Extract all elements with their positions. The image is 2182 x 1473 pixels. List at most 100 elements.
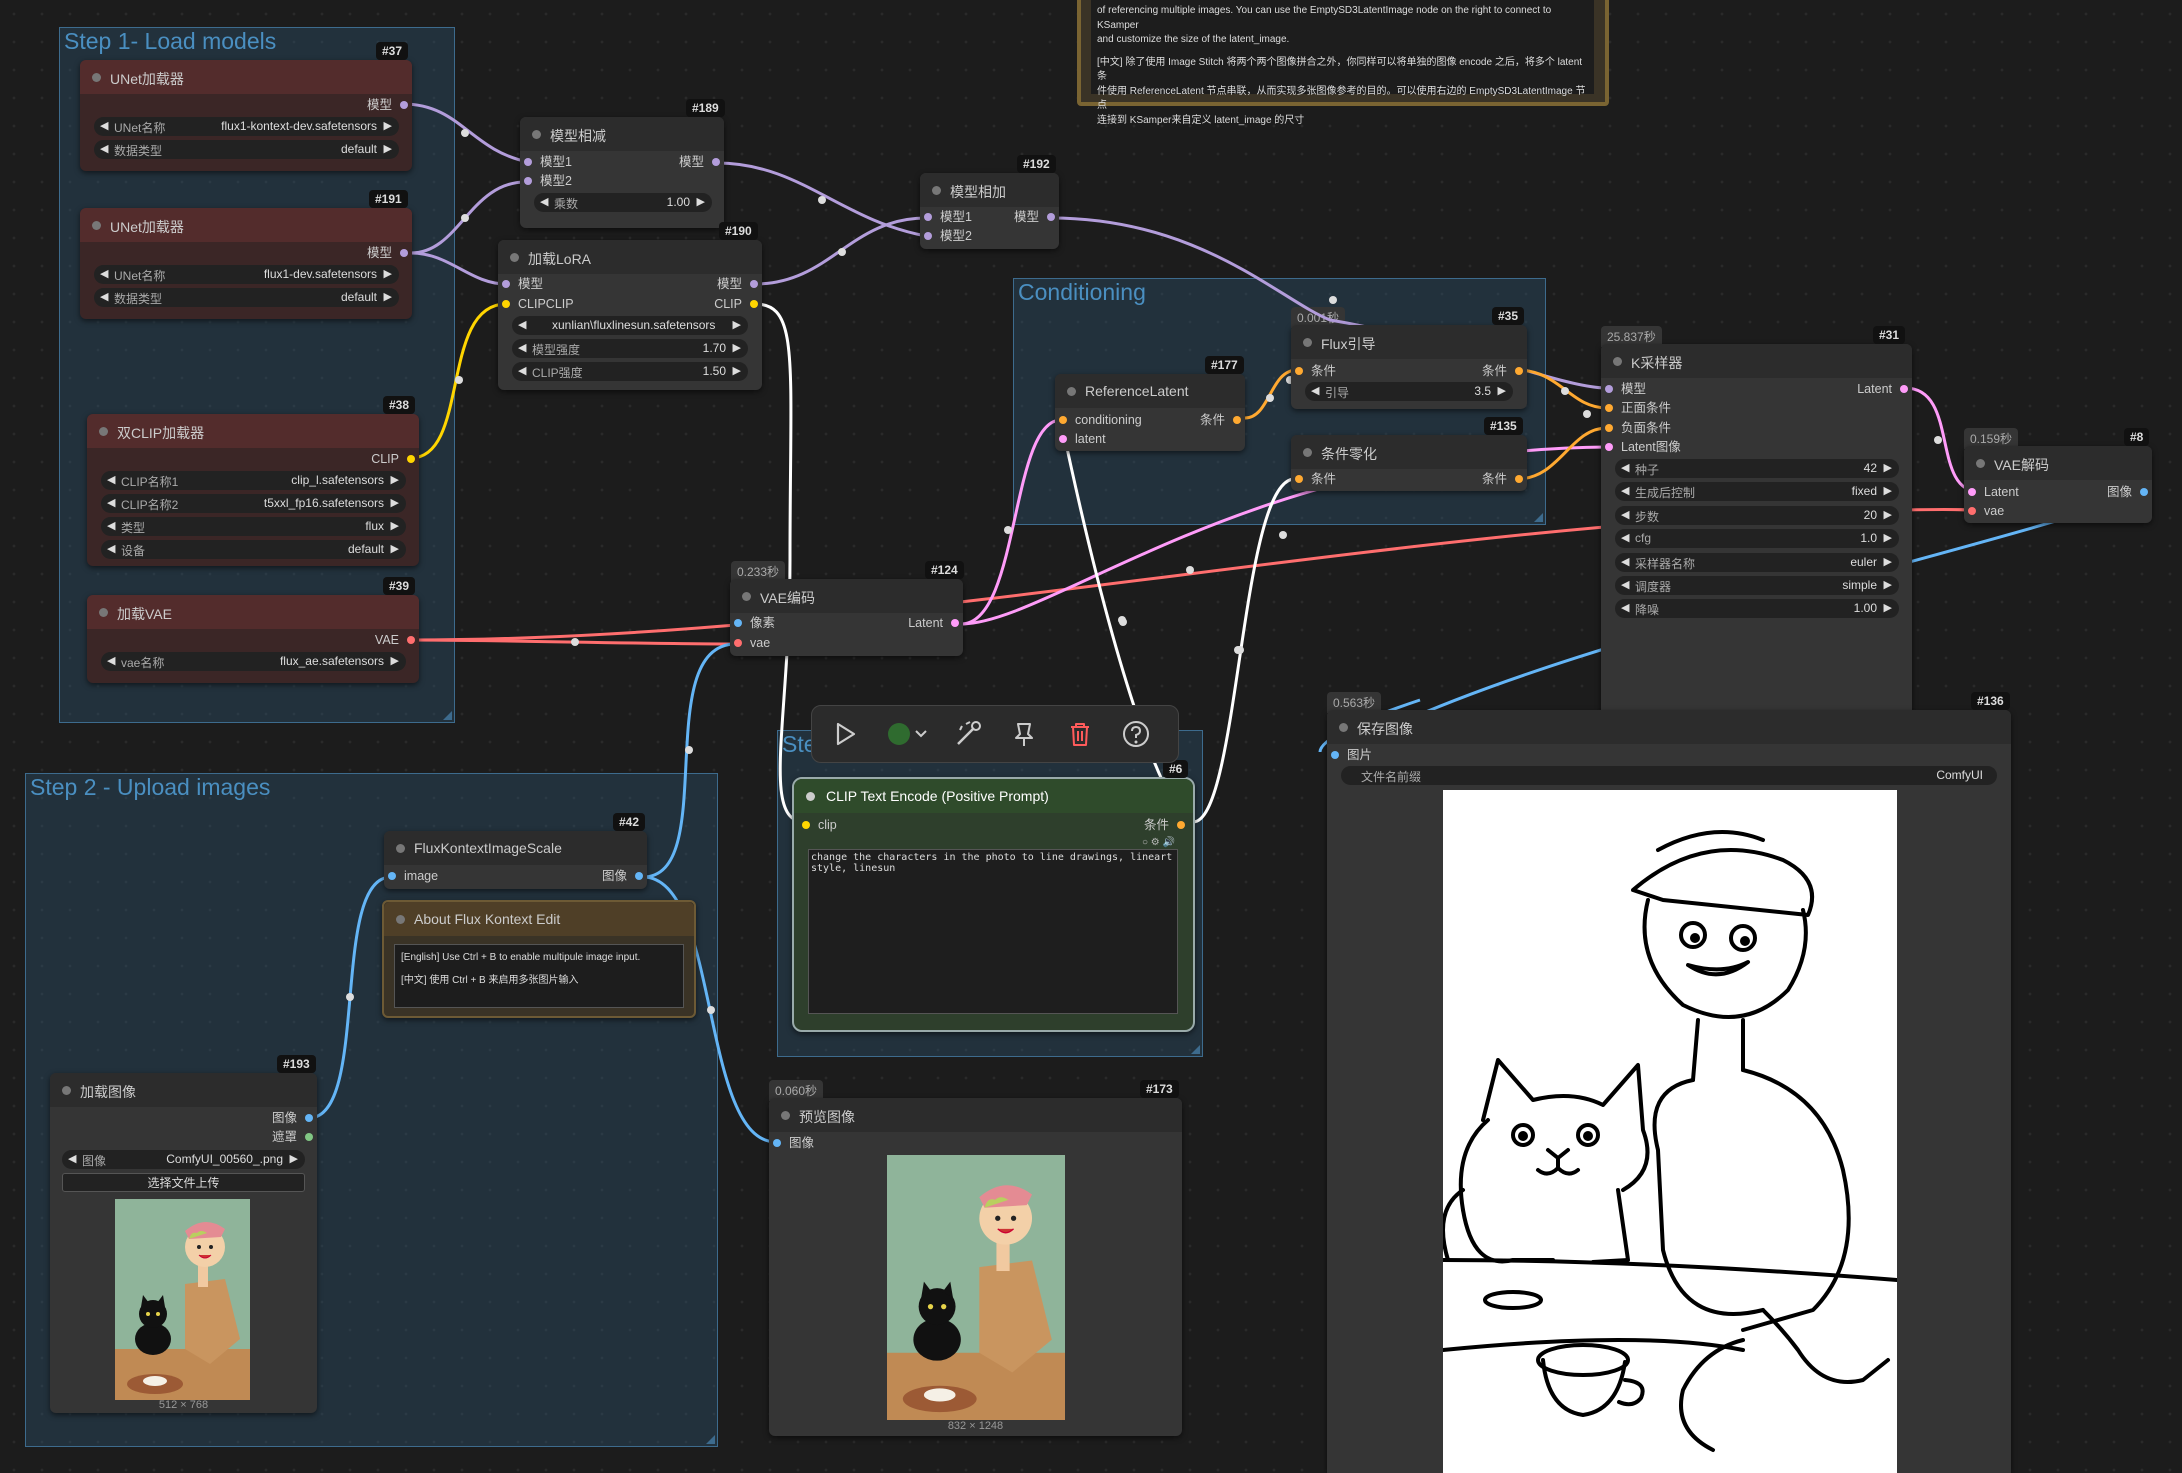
port-dot-icon[interactable]	[1059, 416, 1067, 424]
input-model2[interactable]: 模型2	[924, 228, 972, 244]
port-dot-icon[interactable]	[1605, 385, 1613, 393]
sampler-name-widget[interactable]: ◀ 采样器名称 euler ▶	[1615, 553, 1899, 572]
input-conditioning[interactable]: 条件	[1295, 363, 1336, 379]
port-dot-icon[interactable]	[1047, 213, 1055, 221]
arrow-right-icon[interactable]: ▶	[1884, 578, 1892, 591]
port-dot-icon[interactable]	[305, 1133, 313, 1141]
output-model[interactable]: 模型	[1014, 209, 1055, 225]
note-text[interactable]: [English] Use Ctrl + B to enable multipu…	[394, 944, 684, 1008]
collapse-dot-icon[interactable]	[92, 221, 101, 230]
collapse-dot-icon[interactable]	[99, 427, 108, 436]
control-after-generate-widget[interactable]: ◀ 生成后控制 fixed ▶	[1615, 482, 1899, 501]
port-dot-icon[interactable]	[1605, 424, 1613, 432]
ksampler-node[interactable]: K采样器 模型 正面条件 负面条件 Latent图像 Latent ◀ 种子 42 ▶…	[1601, 344, 1912, 724]
port-dot-icon[interactable]	[734, 619, 742, 627]
node-header[interactable]: About Flux Kontext Edit	[384, 902, 694, 936]
output-image[interactable]: 图像	[272, 1110, 313, 1126]
output-image[interactable]: 图像	[2107, 484, 2148, 500]
collapse-dot-icon[interactable]	[510, 253, 519, 262]
port-dot-icon[interactable]	[2140, 488, 2148, 496]
arrow-left-icon[interactable]: ◀	[540, 195, 548, 208]
collapse-dot-icon[interactable]	[806, 792, 815, 801]
port-dot-icon[interactable]	[951, 619, 959, 627]
node-header[interactable]: VAE解码	[1964, 446, 2152, 480]
output-model[interactable]: 模型	[717, 276, 758, 292]
flux-kontext-image-scale-node[interactable]: FluxKontextImageScale image 图像	[384, 831, 647, 889]
output-clip[interactable]: CLIP	[714, 296, 758, 312]
reference-latent-node[interactable]: ReferenceLatent conditioning latent 条件	[1055, 374, 1245, 451]
dtype-widget[interactable]: ◀ 数据类型 default ▶	[94, 140, 399, 159]
port-dot-icon[interactable]	[524, 158, 532, 166]
multiplier-widget[interactable]: ◀ 乘数 1.00 ▶	[534, 193, 712, 212]
port-dot-icon[interactable]	[712, 158, 720, 166]
arrow-left-icon[interactable]: ◀	[100, 119, 108, 132]
input-image[interactable]: 图像	[773, 1135, 814, 1151]
port-dot-icon[interactable]	[1968, 507, 1976, 515]
input-conditioning[interactable]: 条件	[1295, 471, 1336, 487]
unet-name-widget[interactable]: ◀ UNet名称 flux1-dev.safetensors ▶	[94, 265, 399, 284]
arrow-right-icon[interactable]: ▶	[384, 267, 392, 280]
denoise-widget[interactable]: ◀ 降噪 1.00 ▶	[1615, 599, 1899, 618]
collapse-dot-icon[interactable]	[1303, 448, 1312, 457]
resize-grip-icon[interactable]	[706, 1435, 715, 1444]
seed-widget[interactable]: ◀ 种子 42 ▶	[1615, 459, 1899, 478]
node-header[interactable]: 条件零化	[1291, 435, 1527, 469]
node-header[interactable]: Flux引导	[1291, 325, 1527, 359]
arrow-left-icon[interactable]: ◀	[100, 267, 108, 280]
node-header[interactable]: ReferenceLatent	[1055, 374, 1245, 408]
conditioning-zero-out-node[interactable]: 条件零化 条件 条件	[1291, 435, 1527, 491]
device-widget[interactable]: ◀ 设备 default ▶	[101, 540, 406, 559]
node-header[interactable]: VAE编码	[730, 579, 963, 613]
arrow-right-icon[interactable]: ▶	[1884, 601, 1892, 614]
input-latent-image[interactable]: Latent图像	[1605, 439, 1681, 455]
collapse-dot-icon[interactable]	[932, 186, 941, 195]
unet-loader-node-191[interactable]: UNet加载器 模型 ◀ UNet名称 flux1-dev.safetensors ▶…	[80, 208, 412, 319]
input-image[interactable]: image	[388, 868, 438, 884]
port-dot-icon[interactable]	[635, 872, 643, 880]
collapse-dot-icon[interactable]	[1303, 338, 1312, 347]
port-dot-icon[interactable]	[1605, 443, 1613, 451]
input-model1[interactable]: 模型1	[924, 209, 972, 225]
arrow-left-icon[interactable]: ◀	[107, 654, 115, 667]
output-latent[interactable]: Latent	[908, 615, 959, 631]
preview-image-node[interactable]: 预览图像 图像 832 × 1248	[769, 1098, 1182, 1436]
node-header[interactable]: 预览图像	[769, 1098, 1182, 1132]
cfg-widget[interactable]: ◀ cfg 1.0 ▶	[1615, 529, 1899, 548]
arrow-left-icon[interactable]: ◀	[1621, 484, 1629, 497]
collapse-dot-icon[interactable]	[1067, 387, 1076, 396]
port-dot-icon[interactable]	[1295, 367, 1303, 375]
port-dot-icon[interactable]	[802, 821, 810, 829]
port-dot-icon[interactable]	[750, 300, 758, 308]
scheduler-widget[interactable]: ◀ 调度器 simple ▶	[1615, 576, 1899, 595]
port-dot-icon[interactable]	[1059, 435, 1067, 443]
output-conditioning[interactable]: 条件	[1482, 363, 1523, 379]
arrow-right-icon[interactable]: ▶	[697, 195, 705, 208]
image-select-widget[interactable]: ◀ 图像 ComfyUI_00560_.png ▶	[62, 1150, 305, 1169]
model-strength-widget[interactable]: ◀ 模型强度 1.70 ▶	[512, 339, 748, 358]
port-dot-icon[interactable]	[924, 232, 932, 240]
arrow-left-icon[interactable]: ◀	[1621, 461, 1629, 474]
clip-text-encode-node[interactable]: CLIP Text Encode (Positive Prompt) clip …	[792, 777, 1195, 1032]
arrow-left-icon[interactable]: ◀	[68, 1152, 76, 1165]
input-images[interactable]: 图片	[1331, 747, 1372, 763]
lora-name-widget[interactable]: ◀ xunlian\fluxlinesun.safetensors ▶	[512, 316, 748, 335]
collapse-dot-icon[interactable]	[1976, 459, 1985, 468]
input-conditioning[interactable]: conditioning	[1059, 412, 1142, 428]
port-dot-icon[interactable]	[502, 300, 510, 308]
collapse-dot-icon[interactable]	[396, 844, 405, 853]
about-flux-kontext-note[interactable]: About Flux Kontext Edit [English] Use Ct…	[382, 900, 696, 1018]
input-clip[interactable]: CLIPCLIP	[502, 296, 574, 312]
input-vae[interactable]: vae	[734, 635, 770, 651]
arrow-left-icon[interactable]: ◀	[100, 290, 108, 303]
resize-grip-icon[interactable]	[443, 711, 452, 720]
delete-icon[interactable]	[1062, 716, 1098, 752]
vae-decode-node[interactable]: VAE解码 Latent vae 图像	[1964, 446, 2152, 523]
output-conditioning[interactable]: 条件	[1200, 412, 1241, 428]
input-latent[interactable]: latent	[1059, 431, 1106, 447]
arrow-right-icon[interactable]: ▶	[391, 473, 399, 486]
input-model[interactable]: 模型	[502, 276, 543, 292]
vae-name-widget[interactable]: ◀ vae名称 flux_ae.safetensors ▶	[101, 652, 406, 671]
unet-loader-node-37[interactable]: UNet加载器 模型 ◀ UNet名称 flux1-kontext-dev.safe…	[80, 60, 412, 171]
model-subtract-node[interactable]: 模型相减 模型1 模型2 模型 ◀ 乘数 1.00 ▶	[520, 117, 724, 228]
arrow-right-icon[interactable]: ▶	[384, 119, 392, 132]
